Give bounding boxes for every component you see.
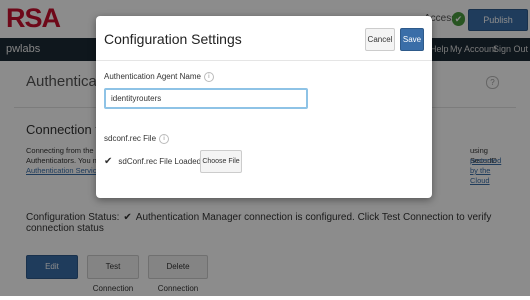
info-icon[interactable]: i bbox=[203, 72, 214, 82]
save-button[interactable]: Save bbox=[400, 28, 424, 51]
sdconf-loaded-text: sdConf.rec File Loaded bbox=[118, 157, 202, 166]
dialog-header: Configuration Settings Cancel Save bbox=[96, 16, 432, 61]
sdconf-label: sdconf.rec File i bbox=[104, 134, 170, 144]
agent-name-label-text: Authentication Agent Name bbox=[104, 72, 201, 82]
dialog-title: Configuration Settings bbox=[104, 31, 242, 47]
cancel-button[interactable]: Cancel bbox=[365, 28, 395, 51]
configuration-settings-dialog: Configuration Settings Cancel Save Authe… bbox=[96, 16, 432, 198]
agent-name-input[interactable] bbox=[104, 88, 308, 109]
agent-name-label: Authentication Agent Name i bbox=[104, 72, 214, 82]
info-icon[interactable]: i bbox=[159, 134, 170, 144]
sdconf-label-text: sdconf.rec File bbox=[104, 134, 157, 144]
choose-file-button[interactable]: Choose File bbox=[200, 150, 242, 173]
check-icon: ✔ bbox=[104, 156, 113, 167]
sdconf-loaded-status: ✔ sdConf.rec File Loaded bbox=[104, 156, 201, 167]
